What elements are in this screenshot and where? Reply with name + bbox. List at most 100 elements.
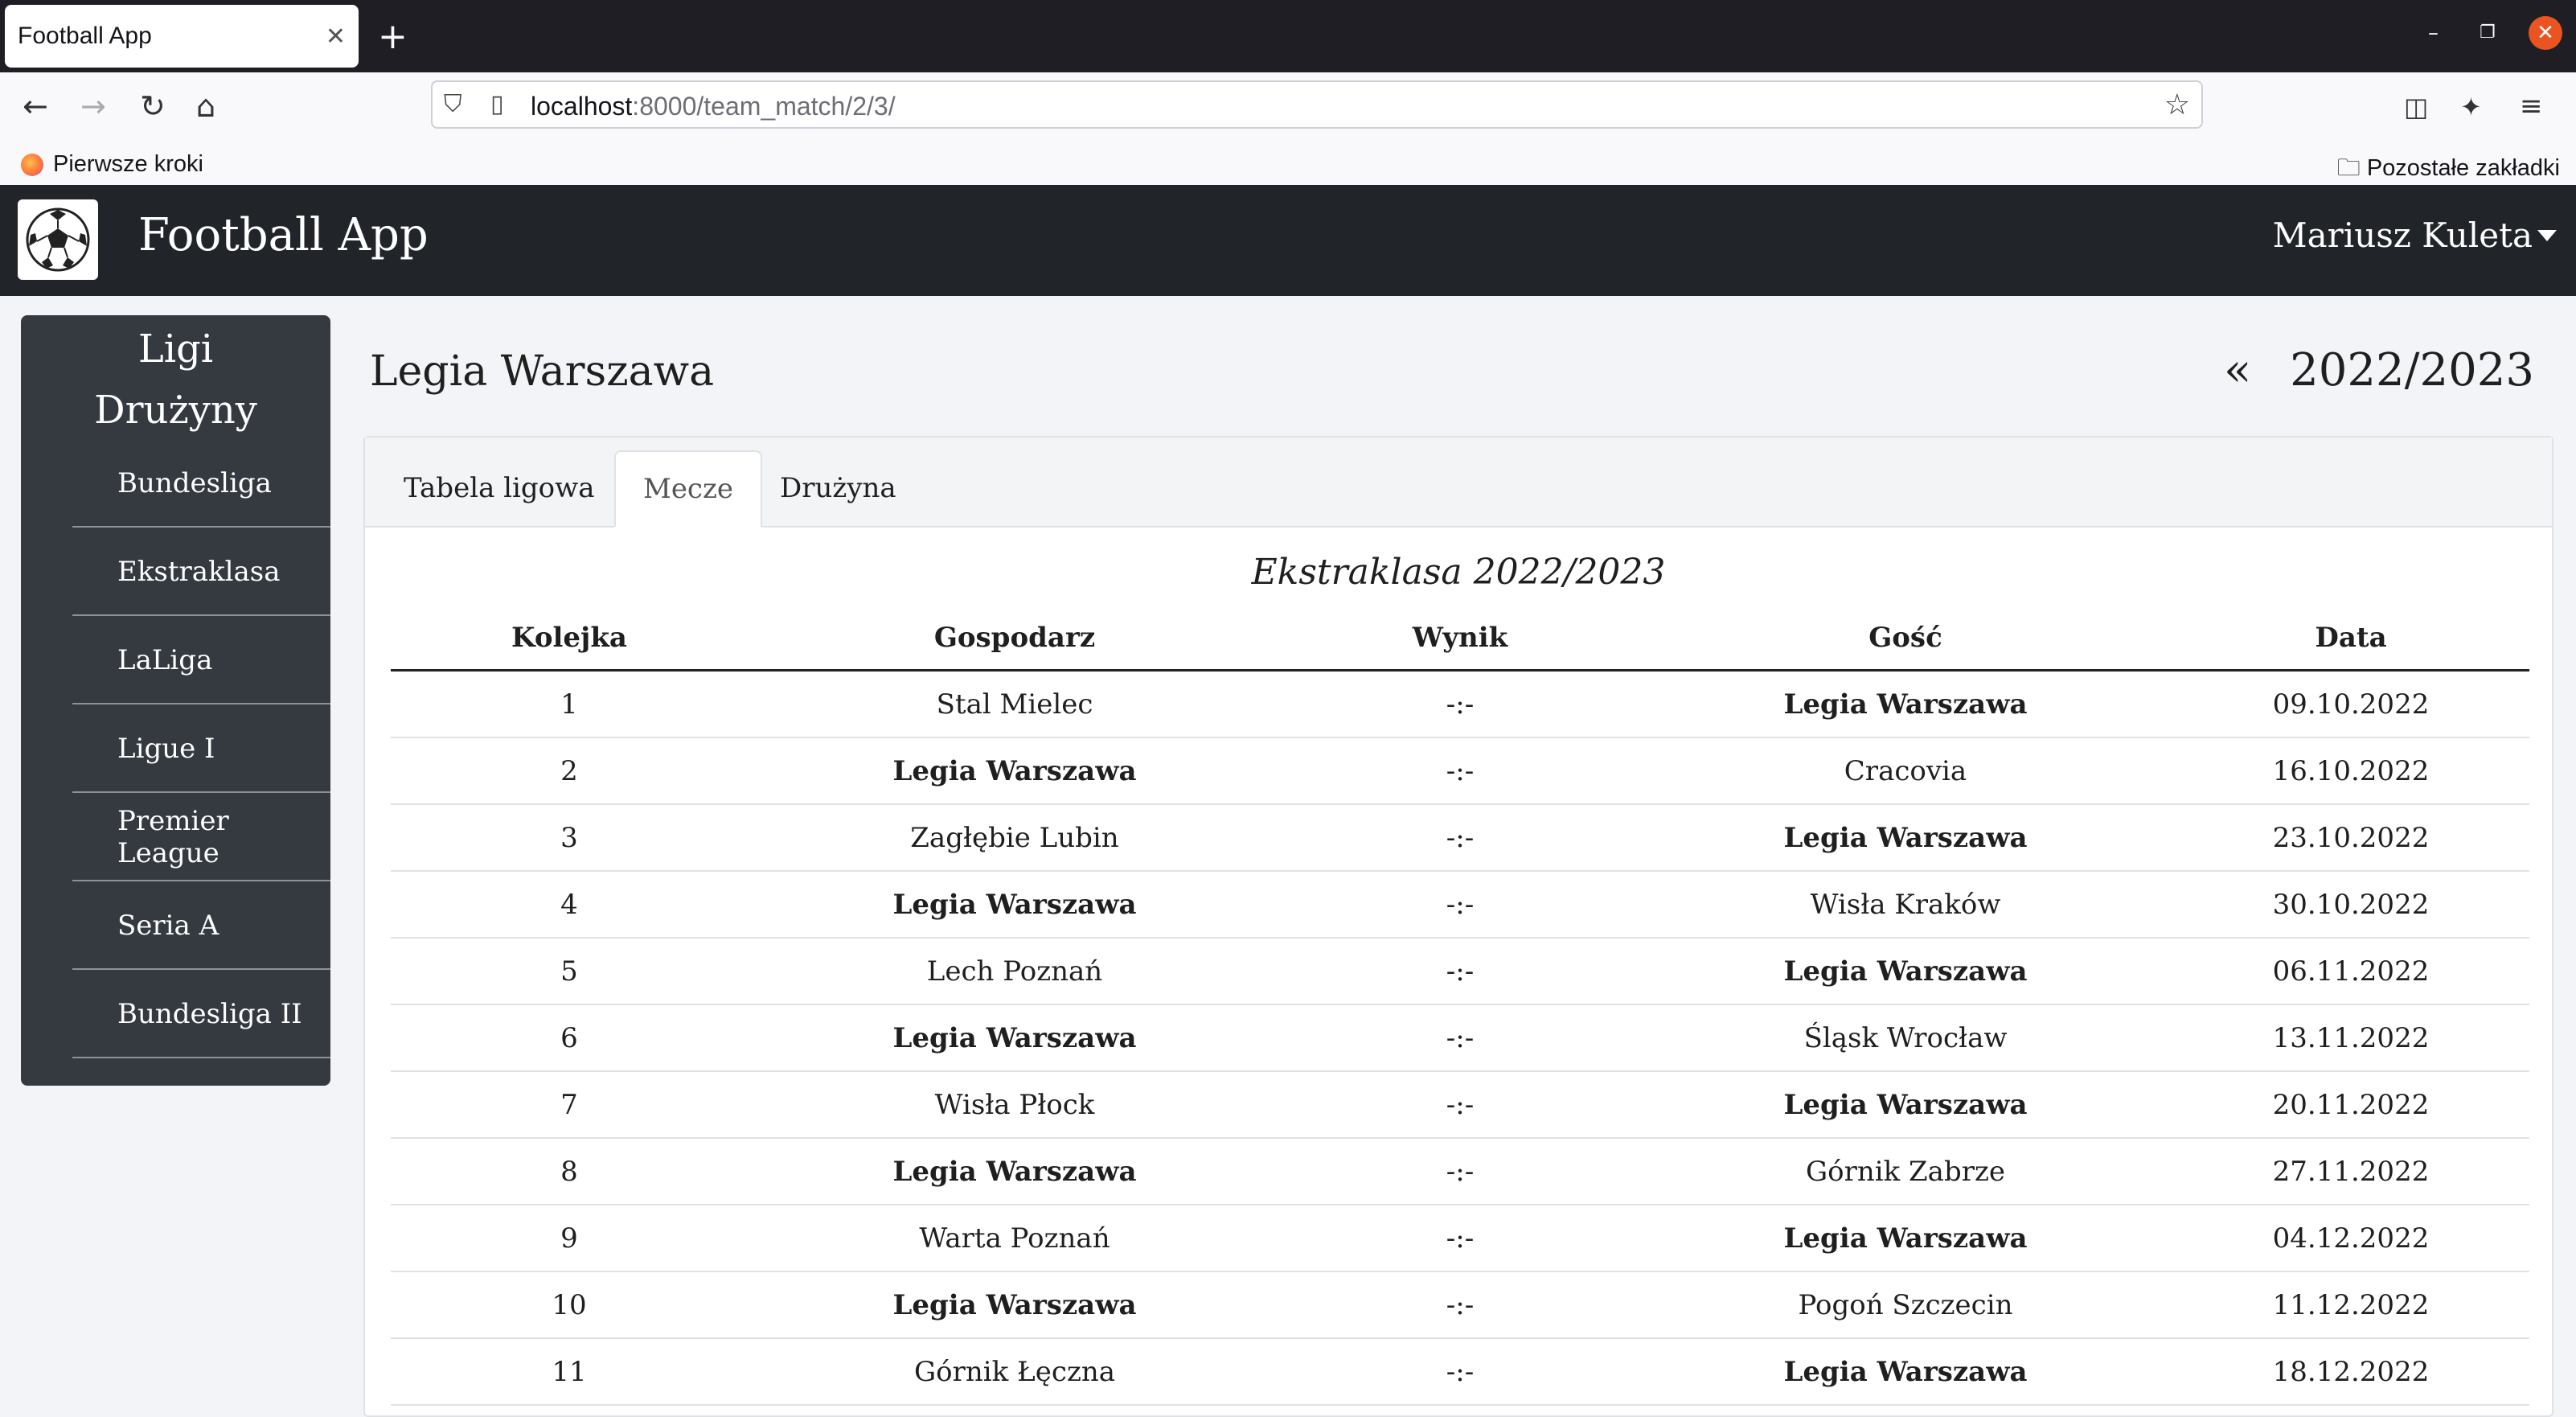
cell-score: -:-: [1282, 1205, 1639, 1272]
sidebar-item-premier-league[interactable]: Premier League: [72, 795, 330, 881]
cell-home: Zagłębie Lubin: [748, 804, 1282, 872]
cell-date: 16.10.2022: [2172, 737, 2529, 805]
table-caption: Ekstraklasa 2022/2023: [1251, 552, 1666, 593]
tab-team[interactable]: Drużyna: [753, 450, 924, 526]
home-icon[interactable]: ⌂: [196, 88, 215, 124]
cell-score: -:-: [1282, 1338, 1639, 1406]
table-row: 4 Legia Warszawa -:- Wisła Kraków 30.10.2022: [391, 871, 2529, 939]
cell-home: Stal Mielec: [748, 670, 1282, 738]
cell-round: 10: [391, 1271, 748, 1339]
cell-round: 7: [391, 1071, 748, 1139]
cell-date: 18.12.2022: [2172, 1338, 2529, 1406]
football-logo-icon[interactable]: [18, 199, 98, 280]
firefox-icon: [21, 153, 43, 176]
new-tab-icon[interactable]: +: [378, 16, 408, 57]
table-row: 6 Legia Warszawa -:- Śląsk Wrocław 13.11.202…: [391, 1004, 2529, 1072]
forward-icon[interactable]: →: [80, 88, 106, 124]
cell-round: 6: [391, 1004, 748, 1072]
close-tab-icon[interactable]: ✕: [326, 23, 346, 51]
cell-score: -:-: [1282, 670, 1639, 738]
content-card: Tabela ligowa Mecze Drużyna Ekstraklasa …: [363, 436, 2553, 1417]
pocket-icon[interactable]: ◫: [2404, 92, 2428, 122]
sidebar-item-ekstraklasa[interactable]: Ekstraklasa: [72, 529, 330, 616]
cell-round: 9: [391, 1205, 748, 1272]
cell-home: Legia Warszawa: [748, 1271, 1282, 1339]
cell-home: Lech Poznań: [748, 938, 1282, 1005]
table-row: 3 Zagłębie Lubin -:- Legia Warszawa 23.10.20…: [391, 804, 2529, 872]
column-header-score: Wynik: [1282, 606, 1639, 672]
cell-round: 5: [391, 938, 748, 1005]
browser-tab-strip: Football App ✕ + – ❐ ✕: [0, 0, 2576, 72]
folder-icon: 🗀: [2336, 155, 2361, 181]
page-icon: ▯: [490, 90, 504, 118]
column-header-date: Data: [2172, 606, 2529, 672]
column-header-round: Kolejka: [391, 606, 748, 672]
sidebar-item-bundesliga-2[interactable]: Bundesliga II: [72, 971, 330, 1058]
season-selector: « 2022/2023: [2224, 344, 2534, 396]
url-text[interactable]: localhost:8000/team_match/2/3/: [531, 92, 896, 121]
cell-date: 06.11.2022: [2172, 938, 2529, 1005]
cell-away: Legia Warszawa: [1639, 1071, 2172, 1139]
sidebar-item-bundesliga[interactable]: Bundesliga: [72, 441, 330, 528]
cell-date: 11.12.2022: [2172, 1271, 2529, 1339]
cell-home: Wisła Płock: [748, 1071, 1282, 1139]
sidebar-item-seria-a[interactable]: Seria A: [72, 883, 330, 970]
cell-round: 4: [391, 871, 748, 939]
cell-round: 2: [391, 737, 748, 805]
table-row: 11 Górnik Łęczna -:- Legia Warszawa 18.12.20…: [391, 1338, 2529, 1406]
cell-home: Legia Warszawa: [748, 1138, 1282, 1205]
cell-home: Legia Warszawa: [748, 871, 1282, 939]
cell-date: 04.12.2022: [2172, 1205, 2529, 1272]
cell-score: -:-: [1282, 1138, 1639, 1205]
cell-score: -:-: [1282, 804, 1639, 872]
bookmark-star-icon[interactable]: ☆: [2164, 88, 2190, 121]
cell-round: 1: [391, 670, 748, 738]
window-close-icon[interactable]: ✕: [2529, 16, 2562, 50]
user-menu[interactable]: Mariusz Kuleta: [2273, 216, 2533, 255]
app-navbar: Football App Mariusz Kuleta: [0, 185, 2576, 296]
sidebar-heading-teams[interactable]: Drużyny: [21, 388, 330, 433]
tab-matches[interactable]: Mecze: [614, 450, 763, 528]
previous-season-button[interactable]: «: [2224, 344, 2251, 396]
chevron-down-icon[interactable]: [2537, 230, 2557, 241]
table-row: 5 Lech Poznań -:- Legia Warszawa 06.11.2022: [391, 938, 2529, 1005]
table-row: 9 Warta Poznań -:- Legia Warszawa 04.12.2022: [391, 1205, 2529, 1272]
cell-round: 11: [391, 1338, 748, 1406]
sidebar-heading-leagues[interactable]: Ligi: [21, 327, 330, 372]
page-title: Legia Warszawa: [370, 347, 715, 396]
browser-tab[interactable]: Football App ✕: [5, 5, 359, 68]
cell-score: -:-: [1282, 938, 1639, 1005]
table-row: 8 Legia Warszawa -:- Górnik Zabrze 27.11.202…: [391, 1138, 2529, 1205]
restore-icon[interactable]: ❐: [2480, 23, 2496, 43]
cell-date: 09.10.2022: [2172, 670, 2529, 738]
extension-icon[interactable]: ✦: [2460, 92, 2482, 122]
cell-away: Legia Warszawa: [1639, 1205, 2172, 1272]
cell-score: -:-: [1282, 737, 1639, 805]
url-bar[interactable]: ⛉ ▯ localhost:8000/team_match/2/3/ ☆: [431, 80, 2203, 129]
cell-date: 23.10.2022: [2172, 804, 2529, 872]
sidebar-item-laliga[interactable]: LaLiga: [72, 618, 330, 704]
season-label: 2022/2023: [2290, 344, 2534, 396]
cell-home: Górnik Łęczna: [748, 1338, 1282, 1406]
cell-score: -:-: [1282, 871, 1639, 939]
cell-home: Warta Poznań: [748, 1205, 1282, 1272]
shield-icon[interactable]: ⛉: [444, 90, 462, 118]
cell-date: 27.11.2022: [2172, 1138, 2529, 1205]
minimize-icon[interactable]: –: [2428, 21, 2439, 45]
table-row: 10 Legia Warszawa -:- Pogoń Szczecin 11.12.2…: [391, 1271, 2529, 1339]
browser-tab-title: Football App: [18, 23, 152, 49]
cell-score: -:-: [1282, 1004, 1639, 1072]
cell-date: 13.11.2022: [2172, 1004, 2529, 1072]
sidebar-item-ligue-1[interactable]: Ligue I: [72, 706, 330, 793]
bookmark-first-steps[interactable]: Pierwsze kroki: [21, 151, 203, 178]
cell-away: Wisła Kraków: [1639, 871, 2172, 939]
cell-round: 8: [391, 1138, 748, 1205]
table-header-row: Kolejka Gospodarz Wynik Gość Data: [391, 606, 2529, 672]
reload-icon[interactable]: ↻: [140, 88, 166, 124]
tab-league-table[interactable]: Tabela ligowa: [376, 450, 622, 526]
app-brand[interactable]: Football App: [138, 209, 429, 261]
cell-away: Górnik Zabrze: [1639, 1138, 2172, 1205]
column-header-away: Gość: [1639, 606, 2172, 672]
back-icon[interactable]: ←: [23, 88, 48, 124]
menu-icon[interactable]: ≡: [2520, 90, 2543, 122]
